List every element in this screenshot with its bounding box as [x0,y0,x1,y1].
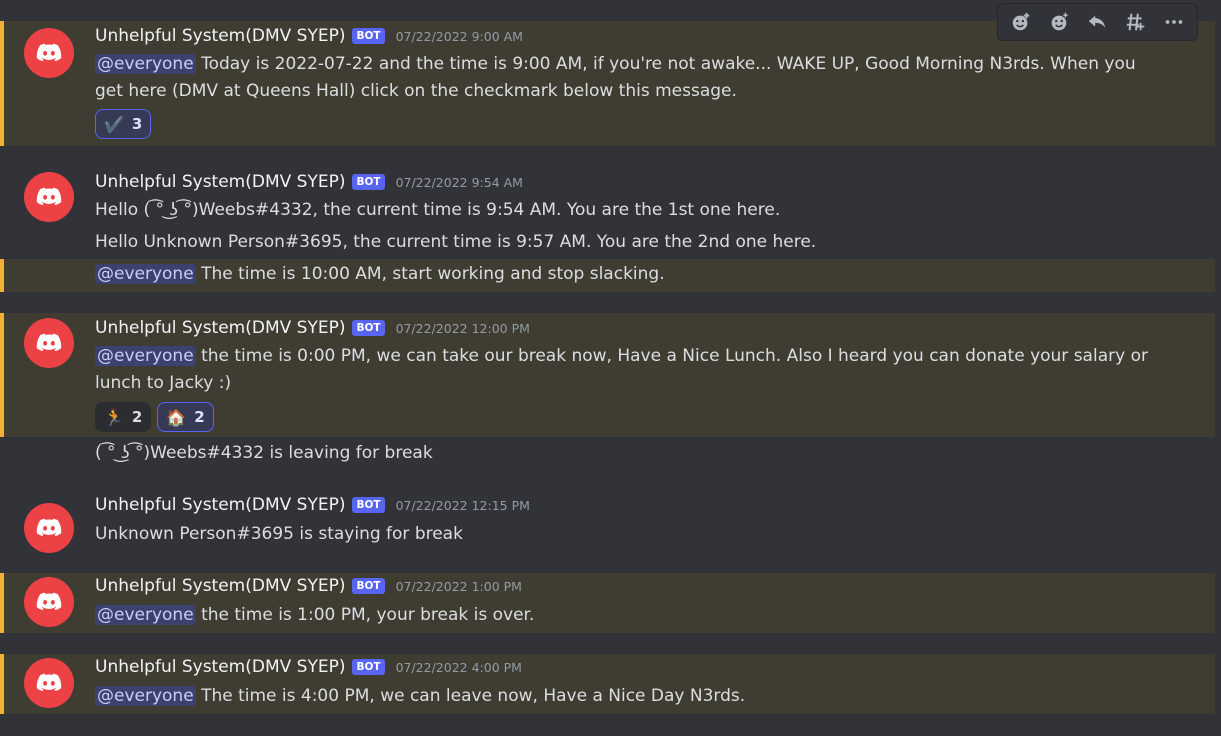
username[interactable]: Unhelpful System(DMV SYEP) [95,576,345,596]
discord-logo-icon [36,43,62,62]
everyone-mention[interactable]: @everyone [95,605,196,625]
message-text: The time is 4:00 PM, we can leave now, H… [195,686,746,706]
more-icon[interactable] [1158,6,1190,38]
reaction-count: 2 [194,408,205,426]
message-text: the time is 0:00 PM, we can take our bre… [95,346,1148,393]
avatar[interactable] [24,172,74,222]
timestamp[interactable]: 07/22/2022 12:00 PM [396,321,530,336]
message-content: Hello Unknown Person#3695, the current t… [95,232,817,252]
checkmark-icon: ✔️ [104,114,124,134]
message-content: Hello ( ͡° ͜ʖ ͡°)Weebs#4332, the current… [95,200,781,220]
message-header: Unhelpful System(DMV SYEP) BOT 07/22/202… [95,576,522,596]
message[interactable]: Unhelpful System(DMV SYEP) BOT 07/22/202… [0,573,1215,633]
timestamp[interactable]: 07/22/2022 4:00 PM [396,660,522,675]
message[interactable]: Hello Unknown Person#3695, the current t… [0,228,1215,258]
bot-tag: BOT [352,174,385,190]
reaction-runner[interactable]: 🏃 2 [95,402,152,432]
message[interactable]: Unhelpful System(DMV SYEP) BOT 07/22/202… [0,313,1215,437]
everyone-mention[interactable]: @everyone [95,54,196,74]
reaction-house[interactable]: 🏠 2 [157,402,214,432]
message-header: Unhelpful System(DMV SYEP) BOT 07/22/202… [95,318,530,338]
bot-tag: BOT [352,578,385,594]
discord-logo-icon [36,187,62,206]
message-content: @everyone Today is 2022-07-22 and the ti… [95,51,1155,105]
bot-tag: BOT [352,497,385,513]
message-text: Today is 2022-07-22 and the time is 9:00… [95,54,1136,101]
reactions: ✔️ 3 [95,109,157,139]
avatar[interactable] [24,577,74,627]
message-text: The time is 10:00 AM, start working and … [195,264,665,284]
message[interactable]: Unhelpful System(DMV SYEP) BOT 07/22/202… [0,654,1215,714]
runner-icon: 🏃 [104,407,124,427]
timestamp[interactable]: 07/22/2022 1:00 PM [396,579,522,594]
discord-logo-icon [36,333,62,352]
avatar[interactable] [24,318,74,368]
message-content: @everyone The time is 4:00 PM, we can le… [95,683,1155,710]
everyone-mention[interactable]: @everyone [95,346,196,366]
message-toolbar [997,3,1198,41]
timestamp[interactable]: 07/22/2022 9:54 AM [396,175,523,190]
timestamp[interactable]: 07/22/2022 12:15 PM [396,498,530,513]
message-content: ( ͡° ͜ʖ ͡°)Weebs#4332 is leaving for bre… [95,443,433,463]
avatar[interactable] [24,28,74,78]
create-thread-icon[interactable] [1120,6,1152,38]
message-header: Unhelpful System(DMV SYEP) BOT 07/22/202… [95,26,523,46]
super-reaction-icon[interactable] [1043,6,1075,38]
message-header: Unhelpful System(DMV SYEP) BOT 07/22/202… [95,657,522,677]
username[interactable]: Unhelpful System(DMV SYEP) [95,657,345,677]
message-text: the time is 1:00 PM, your break is over. [195,605,535,625]
add-reaction-icon[interactable] [1005,6,1037,38]
message-header: Unhelpful System(DMV SYEP) BOT 07/22/202… [95,495,530,515]
bot-tag: BOT [352,28,385,44]
message-content: @everyone the time is 1:00 PM, your brea… [95,602,1155,629]
reply-icon[interactable] [1081,6,1113,38]
everyone-mention[interactable]: @everyone [95,264,196,284]
bot-tag: BOT [352,320,385,336]
house-icon: 🏠 [166,407,187,427]
message[interactable]: ( ͡° ͜ʖ ͡°)Weebs#4332 is leaving for bre… [0,440,1215,470]
message-header: Unhelpful System(DMV SYEP) BOT 07/22/202… [95,172,523,192]
discord-logo-icon [36,592,62,611]
bot-tag: BOT [352,659,385,675]
discord-logo-icon [36,518,62,537]
message[interactable]: Unhelpful System(DMV SYEP) BOT 07/22/202… [0,490,1215,553]
reaction-count: 2 [131,408,143,426]
reaction-count: 3 [131,115,143,133]
timestamp[interactable]: 07/22/2022 9:00 AM [396,29,523,44]
message-content: @everyone the time is 0:00 PM, we can ta… [95,343,1155,397]
avatar[interactable] [24,503,74,553]
reactions: 🏃 2 🏠 2 [95,402,220,432]
reaction-checkmark[interactable]: ✔️ 3 [95,109,152,139]
everyone-mention[interactable]: @everyone [95,686,196,706]
username[interactable]: Unhelpful System(DMV SYEP) [95,26,345,46]
message-content: @everyone The time is 10:00 AM, start wo… [95,261,1155,288]
username[interactable]: Unhelpful System(DMV SYEP) [95,318,345,338]
username[interactable]: Unhelpful System(DMV SYEP) [95,172,345,192]
avatar[interactable] [24,658,74,708]
message-content: Unknown Person#3695 is staying for break [95,524,463,544]
discord-logo-icon [36,673,62,692]
message[interactable]: @everyone The time is 10:00 AM, start wo… [0,259,1215,292]
username[interactable]: Unhelpful System(DMV SYEP) [95,495,345,515]
